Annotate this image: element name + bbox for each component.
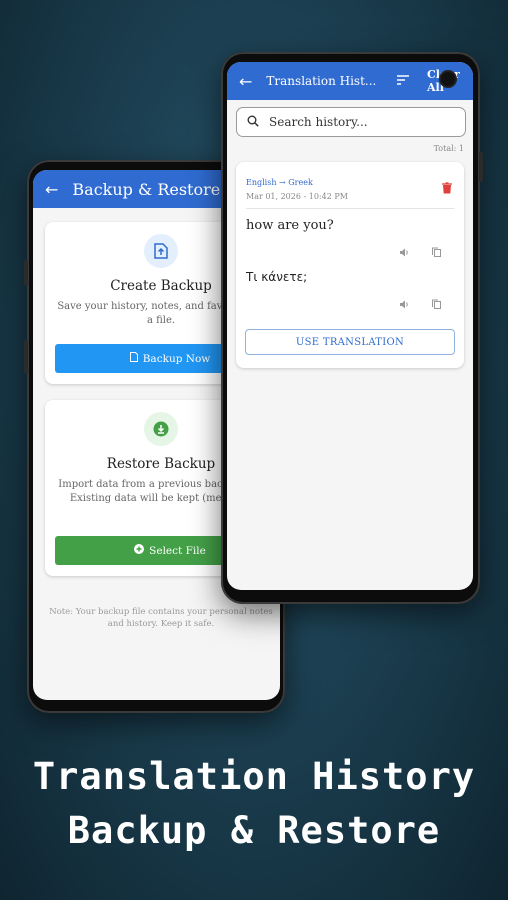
page-title: Translation Hist...: [266, 74, 377, 88]
app-bar: ← Translation Hist... Clear All: [227, 62, 473, 100]
side-button: [24, 340, 28, 374]
entry-date: Mar 01, 2026 - 10:42 PM: [246, 192, 348, 201]
back-arrow-icon[interactable]: ←: [239, 72, 252, 91]
side-button: [24, 260, 28, 286]
side-button: [479, 152, 483, 182]
upload-file-icon: [144, 234, 178, 268]
download-icon: [144, 412, 178, 446]
history-entry-card: English → Greek Mar 01, 2026 - 10:42 PM …: [236, 162, 464, 368]
divider: [246, 208, 454, 209]
caption-line-1: Translation History: [32, 755, 476, 798]
phone-translation-history: ← Translation Hist... Clear All Total: 1…: [221, 52, 483, 604]
add-circle-icon: [134, 544, 145, 557]
backup-now-label: Backup Now: [142, 352, 211, 365]
caption-line-2: Backup & Restore: [67, 809, 441, 852]
speaker-icon[interactable]: [400, 300, 410, 312]
delete-icon[interactable]: [442, 182, 452, 197]
language-pair: English → Greek: [246, 178, 313, 187]
translation-text: Τι κάνετε;: [246, 270, 308, 284]
backup-note: Note: Your backup file contains your per…: [49, 607, 273, 629]
camera-cutout: [441, 72, 455, 86]
search-bar[interactable]: [236, 107, 466, 137]
copy-icon[interactable]: [432, 299, 441, 312]
copy-icon[interactable]: [432, 247, 441, 260]
search-input[interactable]: [267, 114, 451, 130]
use-translation-button[interactable]: USE TRANSLATION: [245, 329, 455, 355]
total-count: Total: 1: [433, 144, 464, 153]
sort-icon[interactable]: [397, 74, 409, 89]
file-icon: [129, 352, 138, 365]
source-text: how are you?: [246, 218, 334, 233]
back-arrow-icon[interactable]: ←: [45, 180, 58, 199]
search-icon: [247, 115, 259, 130]
page-title: Backup & Restore: [72, 179, 221, 199]
select-file-label: Select File: [149, 544, 206, 557]
speaker-icon[interactable]: [400, 248, 410, 260]
translation-history-screen: ← Translation Hist... Clear All Total: 1…: [227, 62, 473, 590]
